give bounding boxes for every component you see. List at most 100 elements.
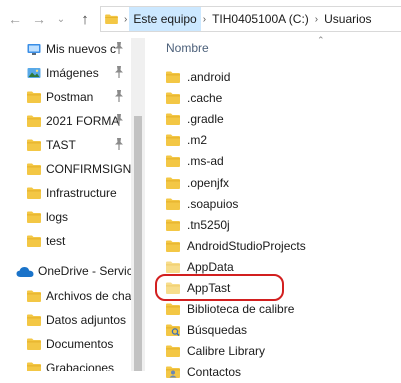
pin-icon bbox=[113, 89, 125, 103]
pictures-folder-icon bbox=[27, 67, 41, 79]
sidebar-item-label: Documentos bbox=[46, 337, 114, 351]
file-name: Búsquedas bbox=[187, 323, 248, 338]
folder-icon bbox=[166, 198, 180, 210]
file-list-row[interactable]: .tn5250j bbox=[146, 215, 401, 236]
folder-icon bbox=[166, 240, 180, 252]
file-name: AndroidStudioProjects bbox=[187, 238, 306, 253]
sidebar-item[interactable]: Mis nuevos c bbox=[0, 38, 131, 62]
annotation-highlight-ring bbox=[155, 274, 284, 301]
back-arrow-icon[interactable]: ← bbox=[6, 9, 24, 29]
forward-arrow-icon[interactable]: → bbox=[30, 9, 48, 29]
sidebar-scrollbar-thumb[interactable] bbox=[134, 116, 142, 371]
sidebar-item-label: Imágenes bbox=[46, 66, 99, 80]
folder-icon bbox=[166, 345, 180, 358]
recent-locations-chevron-icon[interactable]: ⌄ bbox=[52, 9, 70, 29]
folder-icon bbox=[166, 113, 180, 126]
sidebar-item[interactable]: Grabaciones bbox=[0, 357, 131, 371]
file-name: .android bbox=[187, 70, 231, 84]
sidebar-item[interactable]: logs bbox=[0, 206, 131, 230]
sidebar-item-label: logs bbox=[46, 210, 69, 224]
folder-icon bbox=[27, 91, 41, 103]
file-name: .tn5250j bbox=[187, 217, 230, 232]
sidebar-item[interactable]: test bbox=[0, 230, 131, 254]
folder-icon bbox=[27, 139, 41, 151]
file-name: .m2 bbox=[187, 133, 208, 148]
sidebar-item-label: OneDrive - Servic bbox=[38, 264, 131, 278]
breadcrumb-separator-icon[interactable]: › bbox=[313, 14, 320, 25]
folder-faded-icon bbox=[166, 261, 180, 273]
sidebar-item[interactable]: Datos adjuntos bbox=[0, 309, 131, 333]
folder-icon bbox=[166, 177, 180, 189]
folder-icon bbox=[166, 92, 180, 105]
sidebar-item-label: test bbox=[46, 234, 66, 248]
pin-icon bbox=[113, 41, 125, 55]
pin-icon bbox=[113, 65, 125, 79]
folder-icon bbox=[27, 314, 41, 326]
sidebar-item[interactable]: Documentos bbox=[0, 333, 131, 357]
folder-icon bbox=[27, 290, 41, 302]
file-name: Biblioteca de calibre bbox=[187, 302, 295, 317]
sidebar-item[interactable]: CONFIRMSIGN- bbox=[0, 158, 131, 182]
breadcrumb-separator-icon[interactable]: › bbox=[122, 14, 129, 25]
file-name: Contactos bbox=[187, 365, 242, 380]
sidebar-item-label: Grabaciones bbox=[46, 361, 115, 371]
sidebar-item[interactable]: Postman bbox=[0, 86, 131, 110]
contacts-folder-icon bbox=[166, 366, 180, 379]
sidebar-item-label: Archivos de cha bbox=[46, 289, 131, 303]
sidebar-item-label: Mis nuevos c bbox=[46, 42, 117, 56]
file-name: AppData bbox=[187, 259, 234, 274]
file-name: .gradle bbox=[187, 112, 224, 127]
address-bar[interactable]: › Este equipo › TIH0405100A (C:) › Usuar… bbox=[100, 6, 401, 32]
folder-icon bbox=[166, 155, 180, 168]
file-list-row[interactable]: Contactos bbox=[146, 362, 401, 383]
file-list-row[interactable]: .openjfx bbox=[146, 173, 401, 194]
folder-icon bbox=[27, 362, 41, 371]
file-list-row[interactable]: .m2 bbox=[146, 130, 401, 151]
file-list-row[interactable]: Calibre Library bbox=[146, 341, 401, 362]
file-list-row[interactable]: .soapuios bbox=[146, 194, 401, 215]
sidebar-item[interactable]: 2021 FORMA bbox=[0, 110, 131, 134]
navigation-bar: ← → ⌄ ↑ › Este equipo › TIH0405100A (C:)… bbox=[0, 0, 401, 38]
file-name: .soapuios bbox=[187, 196, 239, 211]
sidebar-item-label: TAST bbox=[46, 138, 76, 152]
address-folder-icon bbox=[101, 7, 122, 31]
sidebar-item[interactable]: Infrastructure bbox=[0, 182, 131, 206]
sidebar-item-onedrive[interactable]: OneDrive - Servic bbox=[0, 260, 131, 284]
file-list-row[interactable]: AndroidStudioProjects bbox=[146, 236, 401, 257]
sidebar-item[interactable]: Imágenes bbox=[0, 62, 131, 86]
file-list-row[interactable]: Búsquedas bbox=[146, 320, 401, 341]
navigation-pane: Mis nuevos c Imágenes Postman 2021 FORMA TAS… bbox=[0, 38, 146, 371]
sidebar-item-label: Postman bbox=[46, 90, 94, 104]
onedrive-cloud-icon bbox=[16, 266, 34, 278]
pin-icon bbox=[113, 113, 125, 127]
search-folder-icon bbox=[166, 324, 180, 337]
file-list-row[interactable]: .android bbox=[146, 67, 401, 88]
sidebar-item[interactable]: TAST bbox=[0, 134, 131, 158]
folder-icon bbox=[27, 163, 41, 175]
file-list-row[interactable]: .cache bbox=[146, 88, 401, 109]
folder-icon bbox=[27, 211, 41, 223]
folder-icon bbox=[27, 338, 41, 350]
sidebar-item-label: CONFIRMSIGN- bbox=[46, 162, 131, 176]
file-name: .ms-ad bbox=[187, 154, 224, 169]
file-list: ⌃ Nombre .android .cache .gradle .m2 .ms-ad.… bbox=[146, 35, 401, 379]
sidebar-item-label: Datos adjuntos bbox=[46, 313, 127, 327]
file-name: .openjfx bbox=[187, 175, 230, 190]
column-header-name[interactable]: Nombre bbox=[166, 41, 209, 55]
up-arrow-icon[interactable]: ↑ bbox=[76, 9, 94, 29]
file-list-row[interactable]: .gradle bbox=[146, 109, 401, 130]
sidebar-item[interactable]: Archivos de cha bbox=[0, 285, 131, 309]
breadcrumb-item[interactable]: Este equipo bbox=[129, 7, 201, 31]
folder-icon bbox=[166, 71, 180, 83]
folder-icon bbox=[166, 134, 180, 147]
breadcrumb-item[interactable]: TIH0405100A (C:) bbox=[208, 7, 313, 31]
desktop-folder-icon bbox=[27, 43, 41, 55]
file-list-row[interactable]: .ms-ad bbox=[146, 151, 401, 172]
sort-caret-icon[interactable]: ⌃ bbox=[317, 35, 325, 46]
file-name: Calibre Library bbox=[187, 344, 266, 359]
breadcrumb-separator-icon[interactable]: › bbox=[201, 14, 208, 25]
file-list-row[interactable]: Biblioteca de calibre bbox=[146, 299, 401, 320]
breadcrumb-item[interactable]: Usuarios bbox=[320, 7, 375, 31]
sidebar-item-label: 2021 FORMA bbox=[46, 114, 120, 128]
pin-icon bbox=[113, 137, 125, 151]
